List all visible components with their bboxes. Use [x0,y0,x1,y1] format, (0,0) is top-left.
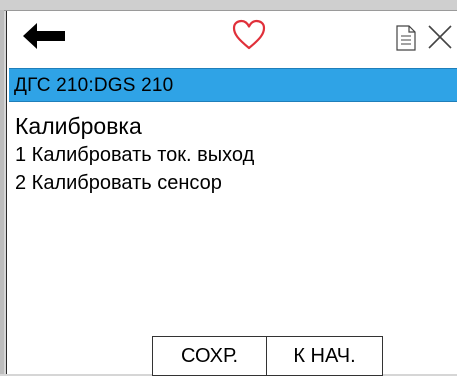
heart-outline-icon[interactable] [232,19,266,51]
top-strip [0,0,457,11]
home-button[interactable]: К НАЧ. [266,336,383,376]
calibration-menu: Калибровка 1 Калибровать ток. выход 2 Ка… [15,111,445,197]
app-frame: ДГС 210:DGS 210 Калибровка 1 Калибровать… [0,0,457,376]
device-title-bar: ДГС 210:DGS 210 [9,68,457,102]
header-bar [7,11,457,63]
left-bezel [0,10,4,374]
softkey-bar: СОХР. К НАЧ. [152,336,383,376]
document-icon[interactable] [396,25,416,51]
save-button[interactable]: СОХР. [152,336,267,376]
menu-item-calibrate-current-output[interactable]: 1 Калибровать ток. выход [15,141,445,169]
close-x-icon[interactable] [427,24,453,50]
device-screen: ДГС 210:DGS 210 Калибровка 1 Калибровать… [6,11,457,376]
device-title: ДГС 210:DGS 210 [14,75,174,96]
menu-heading: Калибровка [15,113,142,139]
menu-item-calibrate-sensor[interactable]: 2 Калибровать сенсор [15,169,445,197]
arrow-left-icon[interactable] [23,23,65,49]
